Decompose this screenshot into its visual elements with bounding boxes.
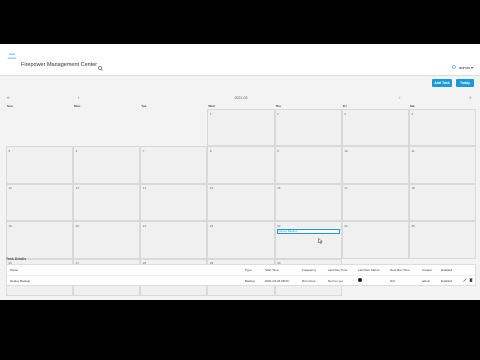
column-header[interactable]: Start Time xyxy=(265,268,279,272)
cell-next-run-time: N/A xyxy=(390,279,396,283)
day-cell[interactable]: 4 xyxy=(408,109,476,147)
day-number: 23 xyxy=(277,223,281,228)
day-cell[interactable]: 22 xyxy=(207,221,275,259)
day-cell[interactable]: 19 xyxy=(6,221,74,259)
day-number: 6 xyxy=(75,148,78,153)
cisco-logo: ılıılı cisco xyxy=(7,52,17,60)
day-number: 22 xyxy=(209,223,214,228)
day-number: 4 xyxy=(411,111,414,116)
next-year-button[interactable]: » xyxy=(469,95,472,100)
day-cell[interactable]: 17 xyxy=(341,183,409,222)
day-number: 8 xyxy=(209,148,212,153)
day-number: 15 xyxy=(209,186,214,191)
cell-start-time: 2021-03-23 08:00 xyxy=(265,279,289,283)
day-number: 21 xyxy=(142,223,147,228)
column-header[interactable]: Next Run Time xyxy=(390,268,410,272)
app-title: Firepower Management Center xyxy=(21,62,98,68)
day-number: 19 xyxy=(8,223,12,228)
day-cell[interactable]: 25 xyxy=(408,221,476,259)
column-header[interactable]: Enabled xyxy=(441,268,452,272)
day-cell[interactable]: 7 xyxy=(140,146,208,184)
day-number: 14 xyxy=(142,186,147,191)
header: ılıılı cisco Firepower Management Center … xyxy=(0,44,480,76)
task-details-table: Name Type Start Time Frequency Last Run … xyxy=(6,264,476,286)
weekday-header: Mon xyxy=(74,103,81,108)
day-cell[interactable]: 3 xyxy=(341,109,409,147)
day-number: 9 xyxy=(277,148,279,153)
cell-name: Deploy Backup xyxy=(10,279,31,283)
day-number: 13 xyxy=(75,186,79,191)
day-number: 11 xyxy=(411,148,415,153)
day-number: 20 xyxy=(75,223,79,228)
day-cell[interactable]: 14 xyxy=(140,183,208,222)
day-cell[interactable]: 1 xyxy=(207,109,275,147)
day-number: 18 xyxy=(411,186,415,191)
add-task-button[interactable]: Add Task xyxy=(432,79,452,87)
day-number: 24 xyxy=(344,223,348,228)
column-header[interactable]: Name xyxy=(10,268,18,272)
weekday-header: Thu xyxy=(275,103,282,108)
cell-creator: admin xyxy=(422,279,431,283)
day-cell[interactable]: 8 xyxy=(207,146,275,184)
user-menu[interactable]: admin ▾ xyxy=(459,65,473,70)
row-divider xyxy=(7,275,475,276)
delete-icon[interactable] xyxy=(469,278,473,282)
day-number: 17 xyxy=(344,186,348,191)
weekday-header: Fri xyxy=(342,103,347,108)
day-cell[interactable]: 24 xyxy=(341,221,409,259)
day-number: 7 xyxy=(142,148,145,153)
day-number: 5 xyxy=(8,148,11,153)
weekday-header: Wed xyxy=(208,103,215,108)
day-number: 10 xyxy=(344,148,348,153)
sync-icon[interactable] xyxy=(452,65,456,69)
day-number: 3 xyxy=(344,111,346,116)
weekday-header: Sun xyxy=(7,103,13,108)
day-cell[interactable]: 11 xyxy=(408,146,476,184)
task-details-heading: Task Details xyxy=(6,257,27,261)
day-cell[interactable]: 18 xyxy=(408,183,476,222)
calendar-event[interactable]: Deploy Backup xyxy=(276,229,340,234)
day-cell[interactable]: 20 xyxy=(73,221,141,259)
day-cell[interactable]: 15 xyxy=(207,183,275,222)
next-month-button[interactable]: › xyxy=(399,95,401,100)
weekday-header: Tue xyxy=(141,103,147,108)
weekday-header: Sat xyxy=(409,103,415,108)
cell-type: Backup xyxy=(245,279,256,283)
day-cell[interactable]: 23 Deploy Backup xyxy=(274,221,342,259)
day-cell[interactable]: 13 xyxy=(73,183,141,222)
day-cell[interactable]: 16 xyxy=(274,183,342,222)
cell-last-run-time: Not run yet xyxy=(328,279,343,283)
day-number: 1 xyxy=(209,111,212,116)
column-header[interactable]: Type xyxy=(245,268,252,272)
day-number: 25 xyxy=(411,223,415,228)
today-button[interactable]: Today xyxy=(456,79,474,87)
day-cell[interactable]: 10 xyxy=(341,146,409,184)
mouse-cursor xyxy=(318,238,323,244)
app-window: ılıılı cisco Firepower Management Center … xyxy=(0,44,480,300)
day-number: 12 xyxy=(8,186,12,191)
day-cell[interactable]: 12 xyxy=(6,183,74,222)
month-label: 2021-03 xyxy=(234,95,248,100)
cell-frequency: Run Once xyxy=(302,279,316,283)
calendar-nav: « ‹ 2021-03 › » xyxy=(6,94,476,102)
column-header[interactable]: Frequency xyxy=(302,268,316,272)
status-icon xyxy=(358,278,362,282)
column-header[interactable]: Last Run Status xyxy=(358,268,379,272)
day-cell[interactable]: 2 xyxy=(274,109,342,147)
column-header[interactable]: Creator xyxy=(422,268,432,272)
search-icon[interactable] xyxy=(98,66,103,71)
day-cell[interactable]: 6 xyxy=(73,146,141,184)
day-cell[interactable]: 9 xyxy=(274,146,342,184)
day-cell[interactable]: 21 xyxy=(140,221,208,259)
column-header[interactable]: Last Run Time xyxy=(328,268,347,272)
edit-icon[interactable] xyxy=(463,278,467,282)
day-cell[interactable]: 5 xyxy=(6,146,74,184)
cell-enabled: Enabled xyxy=(441,279,453,283)
day-number: 2 xyxy=(277,111,279,116)
day-number: 16 xyxy=(277,186,281,191)
